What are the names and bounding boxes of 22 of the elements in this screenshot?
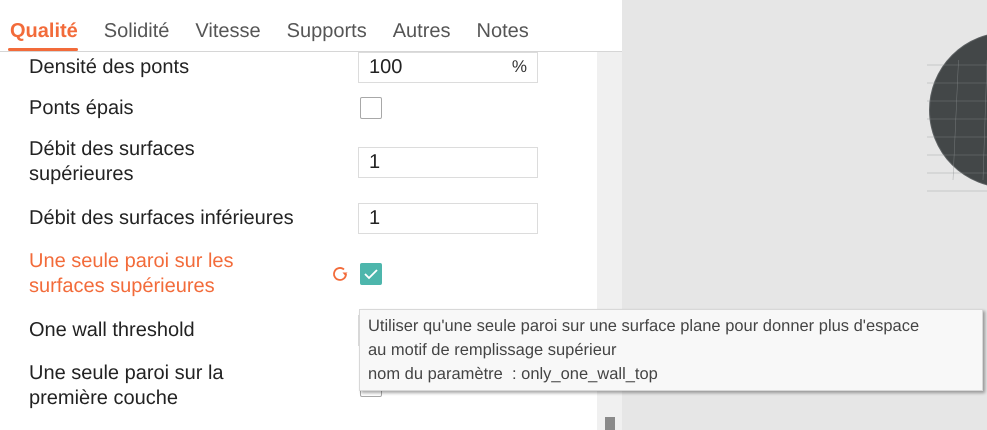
checkbox[interactable] [360, 263, 382, 285]
setting-label: Ponts épais [29, 96, 135, 120]
tooltip-text: au motif de remplissage supérieur [368, 340, 618, 361]
setting-label: Densité des ponts [29, 54, 190, 80]
input-field[interactable]: 100 % [358, 52, 538, 82]
setting-label: Débit des surfaces inférieures [29, 206, 295, 230]
tab[interactable]: Solidité [102, 20, 182, 51]
setting-label: Débit des surfaces supérieures [29, 137, 196, 187]
tab[interactable]: Autres [390, 20, 463, 51]
setting-label: Une seule paroi sur la première couche [29, 361, 225, 411]
tab[interactable]: Vitesse [193, 20, 273, 51]
setting-label: One wall threshold [29, 318, 196, 342]
input-field[interactable]: 1 [358, 146, 538, 178]
setting-label: Une seule paroi sur les surfaces supérieures [29, 249, 235, 299]
tab[interactable]: Notes [474, 20, 541, 51]
tooltip-text: Utiliser qu'une seule paroi sur une surface plane pour donner plus d'espace [368, 316, 920, 337]
tooltip-text: nom du paramètre : only_one_wall_top [368, 364, 659, 385]
scrollbar-thumb[interactable] [605, 417, 615, 430]
input-field[interactable]: 1 [358, 202, 538, 234]
tab[interactable]: Supports [284, 20, 379, 51]
checkbox[interactable] [360, 97, 382, 119]
reset-icon[interactable] [330, 264, 350, 284]
